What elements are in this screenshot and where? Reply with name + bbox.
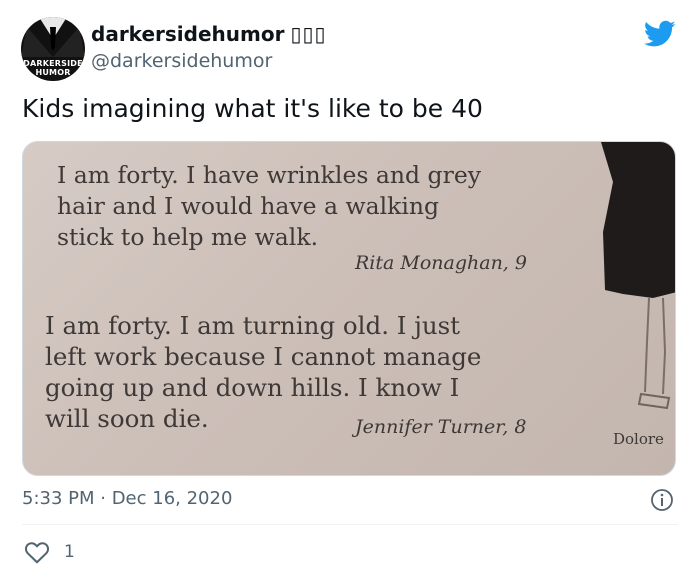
tweet-photo[interactable]: I am forty. I have wrinkles and grey hai… [22, 141, 676, 476]
name-emoji: ▯▯▯ [290, 22, 327, 46]
author-dolore: Dolore [613, 430, 664, 448]
author-rita: Rita Monaghan, 9 [355, 252, 527, 274]
handle[interactable]: @darkersidehumor [91, 50, 272, 72]
avatar[interactable]: DARKERSIDE HUMOR [21, 17, 85, 81]
display-name[interactable]: darkersidehumor ▯▯▯ [91, 22, 326, 46]
child-drawing [601, 142, 675, 410]
tweet-timestamp[interactable]: 5:33 PM · Dec 16, 2020 [22, 488, 232, 509]
author-jennifer: Jennifer Turner, 8 [355, 416, 527, 438]
tweet-text: Kids imagining what it's like to be 40 [22, 94, 483, 123]
display-name-text[interactable]: darkersidehumor [91, 22, 284, 46]
twitter-bird-icon[interactable] [644, 20, 676, 48]
like-count: 1 [64, 542, 75, 562]
heart-icon[interactable] [24, 540, 50, 564]
poem-rita: I am forty. I have wrinkles and grey hai… [57, 161, 481, 251]
info-icon[interactable] [650, 488, 674, 512]
avatar-label: DARKERSIDE HUMOR [23, 59, 83, 77]
divider [22, 524, 678, 525]
